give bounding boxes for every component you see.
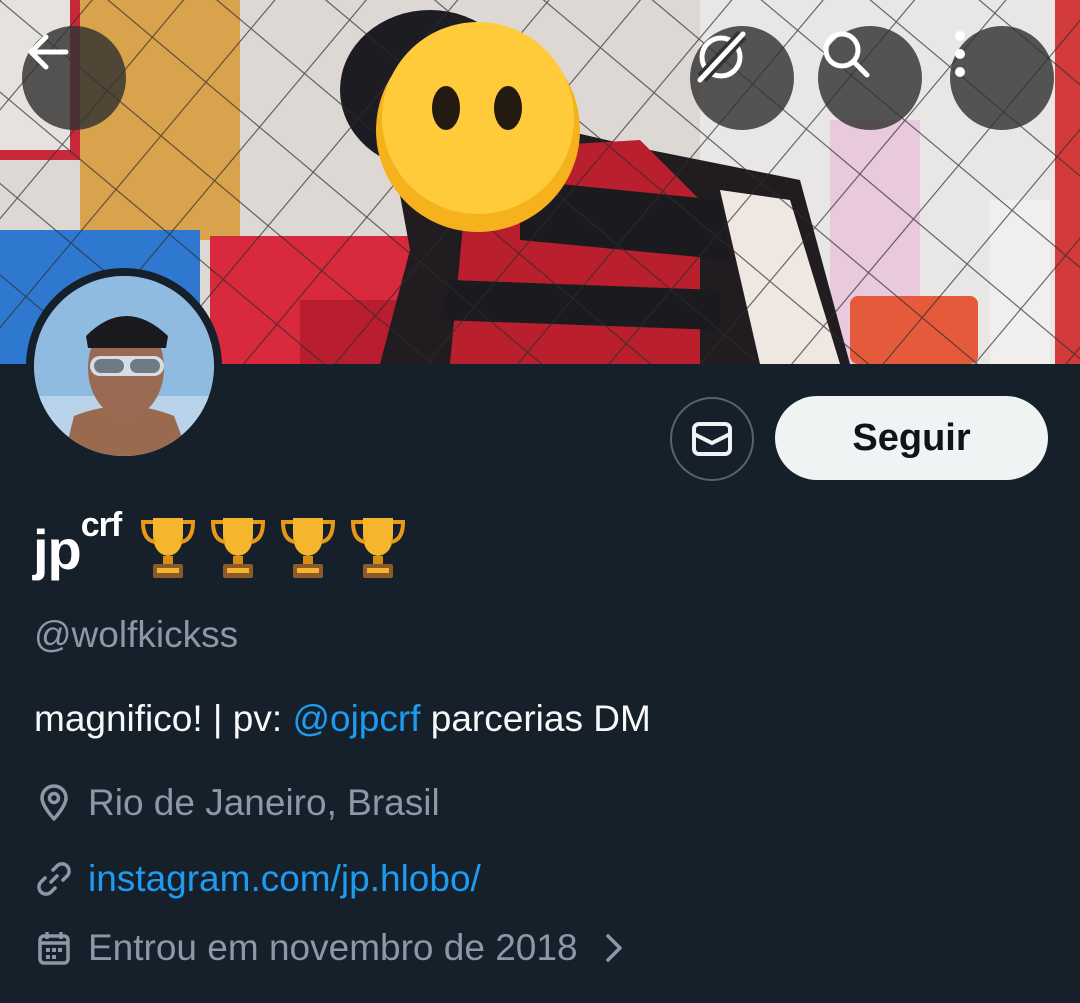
chevron-right-icon xyxy=(604,932,624,964)
trophy-icon xyxy=(281,518,336,578)
joined-date-text: Entrou em novembro de 2018 xyxy=(88,927,578,968)
grok-slash-icon xyxy=(697,30,747,83)
back-button[interactable] xyxy=(22,26,126,130)
more-vertical-icon xyxy=(955,31,965,77)
more-options-button[interactable] xyxy=(950,26,1054,130)
location-row: Rio de Janeiro, Brasil xyxy=(34,782,440,824)
website-row: instagram.com/jp.hlobo/ xyxy=(34,858,481,900)
calendar-icon xyxy=(34,928,74,968)
joined-date-row[interactable]: Entrou em novembro de 2018 xyxy=(34,927,624,969)
search-button[interactable] xyxy=(818,26,922,130)
arrow-left-icon xyxy=(28,34,69,70)
message-button[interactable] xyxy=(670,397,754,481)
trophy-icon xyxy=(211,518,266,578)
username-handle: @wolfkickss xyxy=(34,614,239,655)
avatar-photo xyxy=(34,276,214,456)
display-name-superscript: crf xyxy=(80,506,122,544)
link-icon xyxy=(34,859,74,899)
display-name-row: jpcrf xyxy=(33,508,419,588)
display-name: jpcrf xyxy=(33,508,122,578)
envelope-icon xyxy=(692,422,732,456)
website-link[interactable]: instagram.com/jp.hlobo/ xyxy=(88,858,481,900)
display-name-text: jp xyxy=(33,518,82,581)
follow-button[interactable]: Seguir xyxy=(775,396,1048,480)
location-pin-icon xyxy=(34,783,74,823)
search-icon xyxy=(823,31,870,78)
avatar[interactable] xyxy=(26,268,222,464)
bio-text: magnifico! | pv: xyxy=(34,698,293,739)
bio: magnifico! | pv: @ojpcrf parcerias DM xyxy=(34,698,651,740)
location-text: Rio de Janeiro, Brasil xyxy=(88,782,440,823)
trophy-emojis xyxy=(139,512,419,580)
bio-text-end: parcerias DM xyxy=(420,698,651,739)
grok-button[interactable] xyxy=(690,26,794,130)
bio-mention-link[interactable]: @ojpcrf xyxy=(292,698,420,739)
trophy-icon xyxy=(351,518,406,578)
trophy-icon xyxy=(141,518,196,578)
